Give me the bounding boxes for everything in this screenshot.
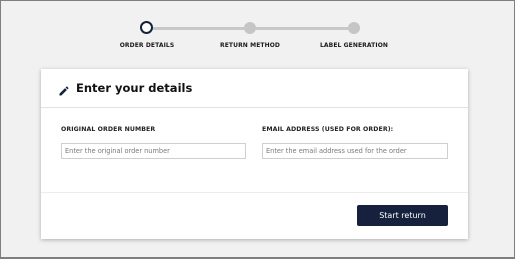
email-input[interactable]	[262, 143, 448, 159]
order-number-label: ORIGINAL ORDER NUMBER	[61, 126, 156, 133]
step-return-method-dot	[244, 22, 256, 34]
step-return-method-label: RETURN METHOD	[220, 42, 280, 49]
card-divider	[41, 192, 468, 193]
email-field: EMAIL ADDRESS (USED FOR ORDER):	[262, 126, 448, 159]
step-connector	[152, 27, 244, 30]
start-return-button[interactable]: Start return	[357, 205, 448, 226]
step-order-details-dot	[140, 21, 153, 34]
email-label: EMAIL ADDRESS (USED FOR ORDER):	[262, 126, 394, 133]
order-number-input[interactable]	[61, 143, 246, 159]
step-label-generation-dot	[348, 22, 360, 34]
card-header: Enter your details	[41, 69, 468, 108]
order-number-field: ORIGINAL ORDER NUMBER	[61, 126, 246, 159]
step-label-generation-label: LABEL GENERATION	[319, 42, 389, 49]
progress-stepper: ORDER DETAILS RETURN METHOD LABEL GENERA…	[1, 1, 515, 61]
card-title: Enter your details	[76, 81, 193, 95]
details-card: Enter your details ORIGINAL ORDER NUMBER…	[41, 69, 468, 239]
step-order-details-label: ORDER DETAILS	[119, 42, 175, 49]
pencil-icon	[58, 82, 70, 96]
step-connector	[256, 27, 348, 30]
